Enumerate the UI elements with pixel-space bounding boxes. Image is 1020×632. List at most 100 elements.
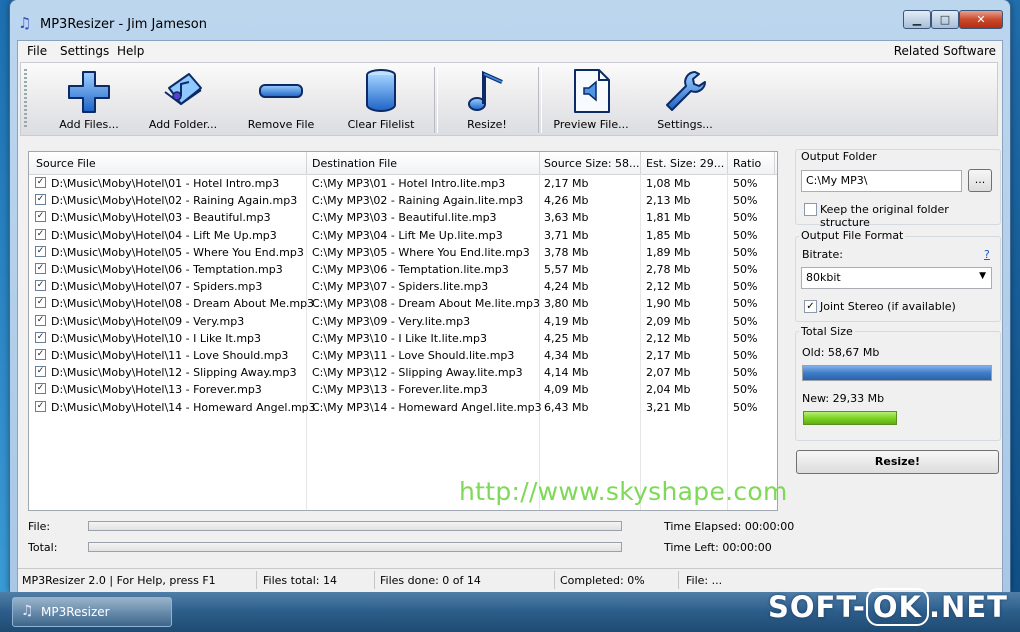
- status-divider: [678, 571, 679, 589]
- settings-button[interactable]: Settings...: [639, 65, 731, 135]
- table-row[interactable]: ✓ D:\Music\Moby\Hotel\12 - Slipping Away.…: [29, 364, 777, 381]
- column-divider[interactable]: [306, 152, 307, 174]
- table-row[interactable]: ✓ D:\Music\Moby\Hotel\11 - Love Should.mp…: [29, 347, 777, 364]
- table-row[interactable]: ✓ D:\Music\Moby\Hotel\14 - Homeward Angel…: [29, 399, 777, 416]
- row-checkbox[interactable]: ✓: [35, 228, 46, 240]
- column-ratio[interactable]: Ratio: [733, 157, 761, 170]
- clear-filelist-button[interactable]: Clear Filelist: [335, 65, 427, 135]
- table-row[interactable]: ✓ D:\Music\Moby\Hotel\10 - I Like It.mp3 C…: [29, 330, 777, 347]
- bitrate-select[interactable]: 80kbit ▼: [801, 267, 992, 289]
- table-row[interactable]: ✓ D:\Music\Moby\Hotel\02 - Raining Again.…: [29, 192, 777, 209]
- file-list-header: Source File Destination File Source Size…: [29, 152, 777, 175]
- table-cell: C:\My MP3\05 - Where You End.lite.mp3: [312, 245, 530, 259]
- row-checkbox[interactable]: ✓: [35, 194, 46, 206]
- old-size-label: Old: 58,67 Mb: [802, 346, 880, 359]
- column-est-size[interactable]: Est. Size: 29...: [646, 157, 724, 170]
- row-checkbox[interactable]: ✓: [35, 400, 46, 412]
- table-cell: C:\My MP3\01 - Hotel Intro.lite.mp3: [312, 177, 506, 190]
- checkmark-icon: ✓: [806, 301, 815, 312]
- table-cell: D:\Music\Moby\Hotel\09 - Very.mp3: [51, 314, 245, 328]
- table-cell: 6,43 Mb: [544, 400, 589, 414]
- column-divider[interactable]: [539, 152, 540, 174]
- menu-help[interactable]: Help: [117, 44, 144, 58]
- table-cell: 3,80 Mb: [544, 297, 589, 311]
- output-folder-input[interactable]: C:\My MP3\: [801, 170, 962, 192]
- column-source-file[interactable]: Source File: [36, 157, 96, 170]
- table-cell: C:\My MP3\14 - Homeward Angel.lite.mp3: [312, 400, 542, 414]
- close-button[interactable]: ✕: [959, 10, 1003, 29]
- table-cell: D:\Music\Moby\Hotel\11 - Love Should.mp3: [51, 349, 289, 362]
- table-cell: 2,17 Mb: [646, 349, 691, 362]
- table-cell: 50%: [733, 280, 758, 294]
- column-divider[interactable]: [640, 152, 641, 174]
- row-checkbox[interactable]: ✓: [35, 366, 46, 378]
- table-row[interactable]: ✓ D:\Music\Moby\Hotel\09 - Very.mp3 C:\My …: [29, 313, 777, 330]
- minimize-button[interactable]: ▁: [903, 10, 931, 29]
- remove-file-button[interactable]: Remove File: [235, 65, 327, 135]
- logo-soft: SOFT-: [768, 590, 866, 624]
- status-file: File: ...: [686, 574, 723, 587]
- add-files-button[interactable]: Add Files...: [43, 65, 135, 135]
- row-checkbox[interactable]: ✓: [35, 280, 46, 292]
- column-source-size[interactable]: Source Size: 58...: [544, 157, 640, 170]
- table-row[interactable]: ✓ D:\Music\Moby\Hotel\08 - Dream About Me…: [29, 295, 777, 312]
- table-row[interactable]: ✓ D:\Music\Moby\Hotel\07 - Spiders.mp3 C:\…: [29, 278, 777, 295]
- row-checkbox[interactable]: ✓: [35, 383, 46, 395]
- related-software-link[interactable]: Related Software: [894, 44, 996, 58]
- row-checkbox[interactable]: ✓: [35, 314, 46, 326]
- taskbar-item-mp3resizer[interactable]: ♫ MP3Resizer: [12, 597, 172, 627]
- preview-file-button[interactable]: Preview File...: [545, 65, 637, 135]
- row-checkbox[interactable]: ✓: [35, 297, 46, 309]
- table-row[interactable]: ✓ D:\Music\Moby\Hotel\04 - Lift Me Up.mp3…: [29, 227, 777, 244]
- menu-file[interactable]: File: [27, 44, 47, 58]
- plus-icon: [68, 71, 110, 113]
- row-checkbox[interactable]: ✓: [35, 177, 46, 188]
- row-checkbox[interactable]: ✓: [35, 349, 46, 360]
- file-list[interactable]: Source File Destination File Source Size…: [28, 151, 778, 511]
- column-destination-file[interactable]: Destination File: [312, 157, 397, 170]
- resize-toolbar-button[interactable]: Resize!: [441, 65, 533, 135]
- table-cell: D:\Music\Moby\Hotel\01 - Hotel Intro.mp3: [51, 177, 280, 190]
- soft-ok-logo: SOFT- OK .NET: [768, 588, 1008, 626]
- table-cell: 5,57 Mb: [544, 263, 589, 276]
- joint-stereo-checkbox[interactable]: ✓: [804, 300, 817, 313]
- table-row[interactable]: ✓ D:\Music\Moby\Hotel\13 - Forever.mp3 C:\…: [29, 381, 777, 398]
- title-bar[interactable]: ♫ MP3Resizer - Jim Jameson ▁ □ ✕: [10, 0, 1010, 40]
- maximize-button[interactable]: □: [931, 10, 959, 29]
- add-folder-button[interactable]: Add Folder...: [137, 65, 229, 135]
- time-elapsed: Time Elapsed: 00:00:00: [664, 520, 795, 533]
- menu-settings[interactable]: Settings: [60, 44, 109, 58]
- table-cell: C:\My MP3\13 - Forever.lite.mp3: [312, 383, 488, 397]
- table-cell: 3,21 Mb: [646, 400, 691, 414]
- app-window: ♫ MP3Resizer - Jim Jameson ▁ □ ✕ File Se…: [10, 0, 1010, 592]
- status-divider: [256, 571, 257, 589]
- resize-button[interactable]: Resize!: [796, 450, 999, 474]
- output-format-title: Output File Format: [799, 229, 906, 242]
- resize-toolbar-label: Resize!: [467, 118, 507, 131]
- browse-folder-button[interactable]: ...: [968, 169, 992, 192]
- table-cell: C:\My MP3\07 - Spiders.lite.mp3: [312, 280, 489, 294]
- keep-structure-checkbox[interactable]: [804, 203, 817, 216]
- table-row[interactable]: ✓ D:\Music\Moby\Hotel\01 - Hotel Intro.mp…: [29, 175, 777, 192]
- row-checkbox[interactable]: ✓: [35, 331, 46, 343]
- table-cell: 50%: [733, 331, 758, 345]
- table-cell: 3,63 Mb: [544, 211, 589, 225]
- bitrate-help-link[interactable]: ?: [984, 248, 990, 261]
- table-row[interactable]: ✓ D:\Music\Moby\Hotel\03 - Beautiful.mp3 C…: [29, 209, 777, 226]
- row-checkbox[interactable]: ✓: [35, 263, 46, 274]
- table-cell: D:\Music\Moby\Hotel\03 - Beautiful.mp3: [51, 211, 271, 225]
- table-cell: 2,04 Mb: [646, 383, 691, 397]
- table-row[interactable]: ✓ D:\Music\Moby\Hotel\05 - Where You End.…: [29, 244, 777, 261]
- table-cell: 4,24 Mb: [544, 280, 589, 294]
- document-speaker-icon: [574, 69, 610, 113]
- table-row[interactable]: ✓ D:\Music\Moby\Hotel\06 - Temptation.mp3…: [29, 261, 777, 278]
- column-divider[interactable]: [727, 152, 728, 174]
- table-cell: 4,09 Mb: [544, 383, 589, 397]
- table-cell: C:\My MP3\11 - Love Should.lite.mp3: [312, 349, 515, 362]
- window-title: MP3Resizer - Jim Jameson: [40, 17, 207, 32]
- column-divider[interactable]: [774, 152, 775, 174]
- toolbar-grip[interactable]: [24, 69, 27, 129]
- row-checkbox[interactable]: ✓: [35, 211, 46, 223]
- table-cell: C:\My MP3\02 - Raining Again.lite.mp3: [312, 194, 524, 208]
- row-checkbox[interactable]: ✓: [35, 245, 46, 257]
